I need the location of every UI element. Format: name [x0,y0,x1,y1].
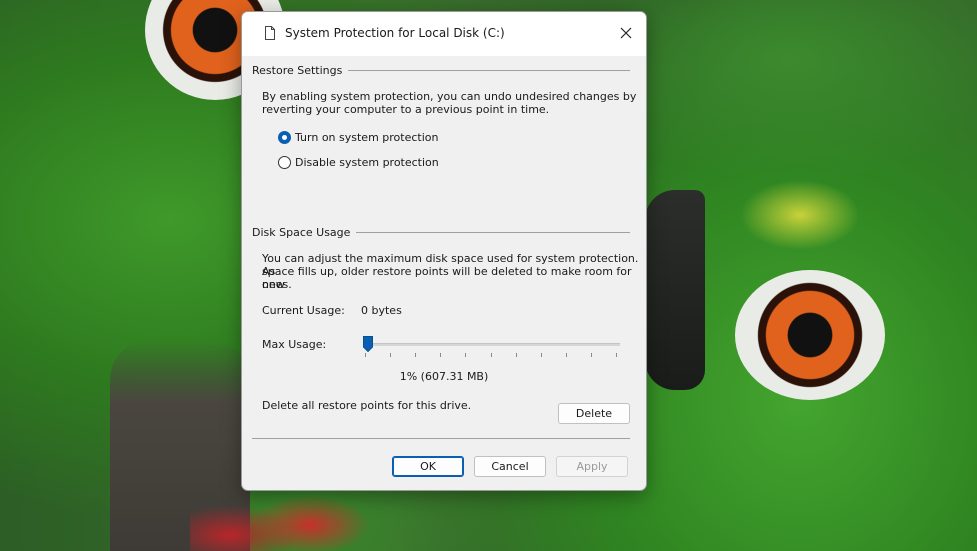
disk-space-description-line-3: ones. [262,278,292,291]
radio-disable-protection[interactable]: Disable system protection [278,156,439,169]
footer-separator [252,438,630,439]
delete-restore-points-text: Delete all restore points for this drive… [262,399,472,412]
wallpaper-parrot-eye-right [735,270,885,400]
slider-tick [540,353,542,357]
apply-button: Apply [556,456,628,477]
radio-turn-on-label: Turn on system protection [295,131,439,144]
restore-settings-description-line-2: reverting your computer to a previous po… [262,103,550,116]
slider-tick [616,353,617,357]
document-icon [265,26,275,40]
max-usage-value: 1% (607.31 MB) [399,370,489,383]
system-protection-dialog: System Protection for Local Disk (C:) Re… [241,11,647,491]
wallpaper-red-feathers [190,495,390,551]
slider-tick [365,353,366,357]
restore-settings-description-line-1: By enabling system protection, you can u… [262,90,637,103]
max-usage-label: Max Usage: [262,338,327,351]
disk-space-description-line-2: space fills up, older restore points wil… [262,265,632,291]
slider-tick [390,353,392,357]
slider-tick [465,353,467,357]
delete-button[interactable]: Delete [558,403,630,424]
radio-disable-label: Disable system protection [295,156,439,169]
disk-space-label: Disk Space Usage [252,226,357,239]
title-bar[interactable]: System Protection for Local Disk (C:) [242,12,646,56]
wallpaper-yellow-feathers [740,180,860,250]
cancel-button[interactable]: Cancel [474,456,546,477]
restore-settings-label: Restore Settings [252,64,349,77]
radio-unchecked-icon [278,156,291,169]
slider-tick [565,353,567,357]
radio-turn-on-protection[interactable]: Turn on system protection [278,131,438,144]
slider-tick [440,353,442,357]
slider-tick [490,353,492,357]
window-title: System Protection for Local Disk (C:) [285,26,505,40]
max-usage-slider[interactable] [360,334,622,357]
current-usage-value: 0 bytes [361,304,402,317]
close-button[interactable] [612,20,640,48]
close-icon [620,27,632,42]
wallpaper-parrot-beak [645,190,705,390]
radio-checked-icon [278,131,291,144]
current-usage-label: Current Usage: [262,304,345,317]
slider-tick [590,353,592,357]
slider-thumb-icon[interactable] [362,336,373,353]
slider-track [364,343,620,346]
ok-button[interactable]: OK [392,456,464,477]
slider-tick [415,353,417,357]
slider-tick [515,353,517,357]
